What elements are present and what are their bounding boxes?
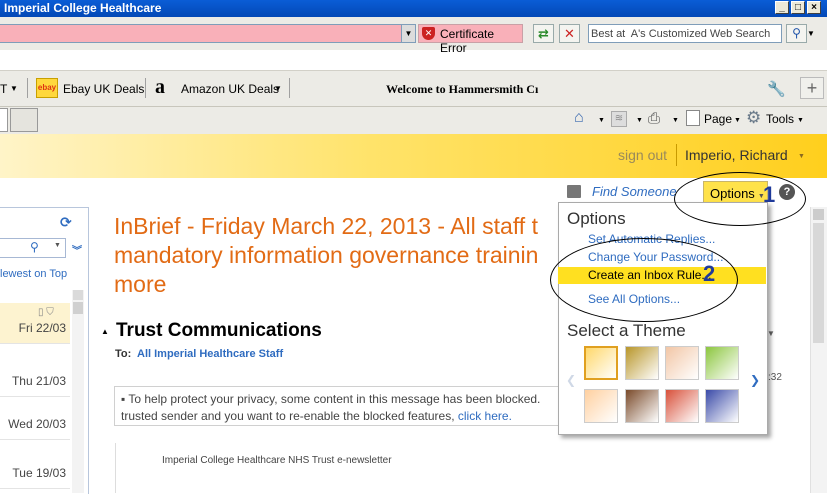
theme-tile-green-leaf[interactable] xyxy=(705,346,739,380)
chevron-down-icon[interactable]: ▼ xyxy=(10,84,18,93)
mailbox-search-input[interactable]: ⚲ ▼ xyxy=(0,238,66,258)
flag-icon[interactable]: ▯ ⛉ xyxy=(38,307,54,318)
favorite-ebay-link[interactable]: Ebay UK Deals xyxy=(63,82,144,96)
window-title: Imperial College Healthcare xyxy=(4,1,162,15)
subject-line: mandatory information governance trainin xyxy=(114,242,539,268)
ebay-icon: ebay xyxy=(36,78,58,98)
address-input[interactable] xyxy=(0,24,402,43)
blocked-content-infobar: ▪ To help protect your privacy, some con… xyxy=(114,386,564,426)
home-icon[interactable]: ⌂ xyxy=(574,109,584,127)
favorites-separator xyxy=(27,78,28,98)
theme-tile-bees[interactable] xyxy=(625,346,659,380)
new-tab-button[interactable]: + xyxy=(800,77,824,99)
address-dropdown-button[interactable]: ▼ xyxy=(401,24,416,43)
web-search-input[interactable] xyxy=(589,25,781,42)
tools-menu[interactable]: Tools xyxy=(766,112,794,126)
chevron-down-icon[interactable]: ▼ xyxy=(54,242,61,249)
message-subject: InBrief - Friday March 22, 2013 - All st… xyxy=(114,212,564,299)
stop-button[interactable]: ✕ xyxy=(559,24,580,43)
gear-icon: ⚙ xyxy=(746,108,762,127)
minimize-button[interactable]: _ xyxy=(775,1,789,14)
chevron-right-icon[interactable]: ❯ xyxy=(750,373,760,387)
search-options-dropdown[interactable]: ▼ xyxy=(807,24,819,43)
recipient-link[interactable]: All Imperial Healthcare Staff xyxy=(137,348,283,360)
chevron-down-icon[interactable]: ▼ xyxy=(797,117,804,124)
message-list-scrollbar[interactable] xyxy=(72,290,84,493)
theme-section-title: Select a Theme xyxy=(567,321,686,340)
certificate-error-button[interactable]: ✕ Certificate Error xyxy=(418,24,523,55)
refresh-icon[interactable]: ⟳ xyxy=(60,214,72,231)
theme-tile-red-doodle[interactable] xyxy=(665,389,699,423)
message-list-item[interactable]: Thu 21/03 xyxy=(0,356,70,397)
search-go-button[interactable]: ⚲ xyxy=(786,24,807,43)
message-date: Wed 20/03 xyxy=(8,417,66,431)
search-icon: ⚲ xyxy=(792,26,801,40)
message-date: Fri 22/03 xyxy=(18,321,66,335)
theme-tile-monster[interactable] xyxy=(705,389,739,423)
options-menu-title: Options xyxy=(567,209,626,228)
privacy-notice: To help protect your privacy, some conte… xyxy=(128,392,541,406)
favorite-amazon-link[interactable]: Amazon UK Deals xyxy=(181,82,279,96)
message-list-item[interactable]: Wed 20/03 xyxy=(0,399,70,440)
browser-tab[interactable] xyxy=(0,108,8,132)
chevron-down-icon[interactable]: ▼ xyxy=(672,117,679,124)
unblock-content-link[interactable]: click here. xyxy=(458,409,512,423)
chevron-left-icon[interactable]: ❮ xyxy=(566,373,576,387)
feeds-icon[interactable]: ≋ xyxy=(611,111,627,127)
privacy-notice-continued: trusted sender and you want to re-enable… xyxy=(121,409,458,423)
annotation-ellipse-options xyxy=(674,172,806,226)
page-icon xyxy=(686,110,700,126)
close-window-button[interactable]: × xyxy=(807,1,821,14)
message-date: Tue 19/03 xyxy=(12,466,66,480)
favorites-separator xyxy=(145,78,146,98)
print-icon[interactable]: ⎙ xyxy=(648,110,660,127)
message-body-divider xyxy=(115,443,116,493)
favorite-item-cut[interactable]: T xyxy=(0,82,7,96)
web-search-field[interactable] xyxy=(588,24,782,43)
command-bar xyxy=(0,106,827,135)
amazon-icon: a xyxy=(155,76,165,98)
chevron-down-icon[interactable]: ▼ xyxy=(274,84,282,93)
maximize-button[interactable]: □ xyxy=(791,1,805,14)
theme-tile-blossom[interactable] xyxy=(584,389,618,423)
address-book-icon[interactable] xyxy=(567,185,581,198)
certificate-error-label: Certificate Error xyxy=(440,27,495,55)
chevron-down-icon[interactable]: ▼ xyxy=(798,153,805,160)
wrench-icon[interactable]: 🔧 xyxy=(767,80,786,98)
theme-tile-robot[interactable] xyxy=(625,389,659,423)
header-divider xyxy=(676,144,677,166)
subject-line: InBrief - Friday March 22, 2013 - All st… xyxy=(114,213,538,239)
shield-icon: ✕ xyxy=(422,27,435,40)
search-icon[interactable]: ⚲ xyxy=(30,240,39,254)
annotation-number-two: 2 xyxy=(703,261,716,286)
chevron-down-icon[interactable]: ▼ xyxy=(767,329,775,338)
theme-tile-peach-sketch[interactable] xyxy=(665,346,699,380)
chevron-down-icon[interactable]: ▼ xyxy=(598,117,605,124)
browser-tab[interactable] xyxy=(10,108,38,132)
favorites-separator xyxy=(289,78,290,98)
message-date: Thu 21/03 xyxy=(11,374,66,388)
chevron-down-icon[interactable]: ▼ xyxy=(636,117,643,124)
subject-line: more xyxy=(114,271,167,297)
annotation-number-one: 1 xyxy=(763,182,776,207)
page-menu[interactable]: Page xyxy=(704,112,732,126)
sort-order-link[interactable]: lewest on Top xyxy=(0,268,67,280)
find-someone-input[interactable]: Find Someone xyxy=(592,184,677,199)
message-time: :32 xyxy=(768,372,782,383)
message-list-item[interactable]: Tue 19/03 xyxy=(0,448,70,489)
to-label: To: xyxy=(115,348,132,360)
window-title-bar: Imperial College Healthcare _ □ × xyxy=(0,0,827,17)
refresh-button[interactable]: ⇄ xyxy=(533,24,554,43)
newsletter-title: Imperial College Healthcare NHS Trust e-… xyxy=(162,455,392,466)
message-sender: Trust Communications xyxy=(116,320,322,341)
message-list-item[interactable]: ▯ ⛉ Fri 22/03 xyxy=(0,303,70,344)
chevron-down-icon[interactable]: ▼ xyxy=(734,117,741,124)
user-name-menu[interactable]: Imperio, Richard xyxy=(685,147,788,163)
reading-pane-scrollbar[interactable] xyxy=(810,207,827,493)
sign-out-link[interactable]: sign out xyxy=(618,147,667,163)
theme-tile-sunny[interactable] xyxy=(584,346,618,380)
expand-search-icon[interactable]: ︾ xyxy=(72,242,82,257)
collapse-header-icon[interactable]: ▲ xyxy=(101,327,109,336)
active-tab-title[interactable]: Welcome to Hammersmith Cı xyxy=(386,82,538,97)
